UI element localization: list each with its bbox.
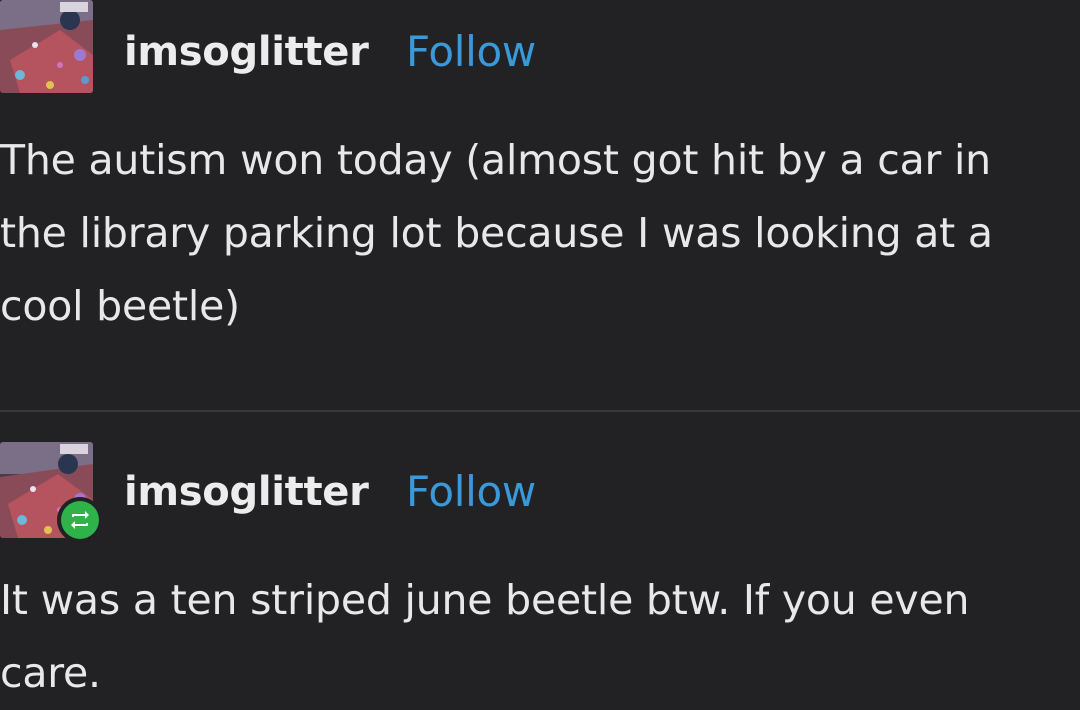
username[interactable]: imsoglitter (124, 24, 369, 80)
post-text-line: care. (0, 649, 101, 697)
post-text-line: The autism won today (almost got hit by … (0, 136, 991, 184)
follow-button[interactable]: Follow (406, 24, 536, 80)
divider (0, 410, 1080, 412)
post-header: imsoglitter Follow (0, 0, 1080, 100)
follow-button[interactable]: Follow (406, 464, 536, 520)
reblog-icon (71, 511, 89, 529)
post-header: imsoglitter Follow (0, 440, 1080, 543)
post-text-line: It was a ten striped june beetle btw. If… (0, 576, 970, 624)
post-text-line: cool beetle) (0, 282, 240, 330)
avatar[interactable] (0, 0, 93, 93)
glitter-avatar-image (0, 0, 93, 93)
post-body: It was a ten striped june beetle btw. If… (0, 564, 1080, 710)
post-text-line: the library parking lot because I was lo… (0, 209, 993, 257)
username[interactable]: imsoglitter (124, 464, 369, 520)
reblog-badge (57, 497, 103, 543)
post-body: The autism won today (almost got hit by … (0, 124, 1080, 343)
